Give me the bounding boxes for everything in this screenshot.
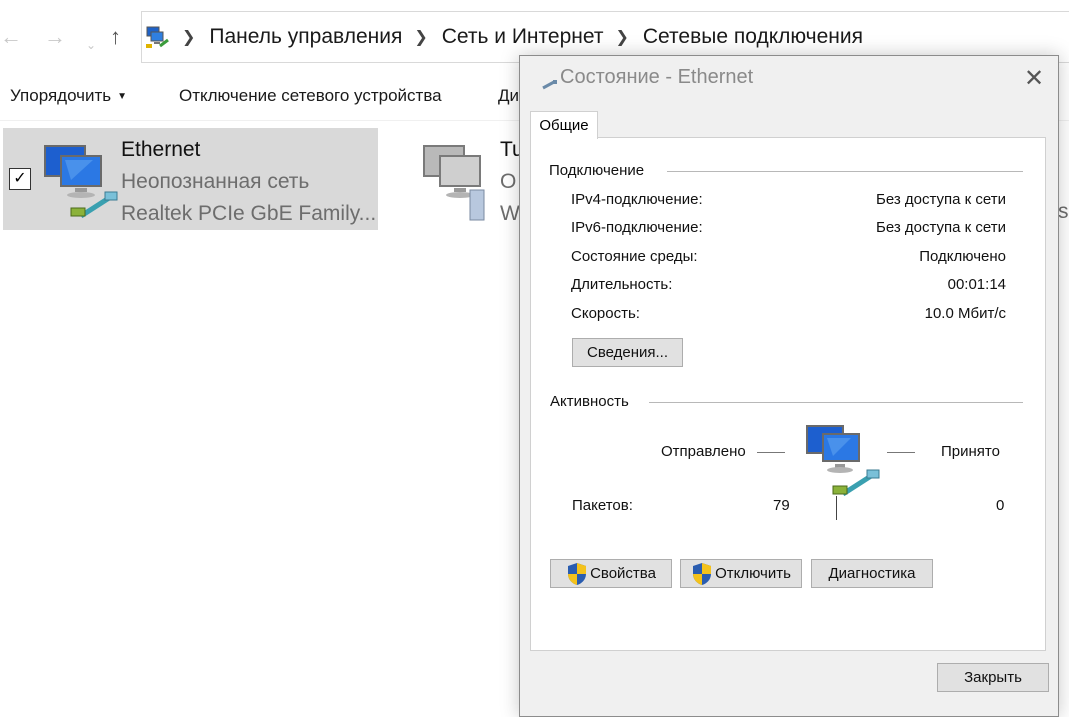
packets-sent-value: 79: [773, 497, 790, 514]
forward-arrow-icon[interactable]: →: [44, 22, 66, 52]
network-adapter-disabled-icon: [420, 140, 498, 222]
media-state-label: Состояние среды:: [571, 248, 698, 265]
tab-general[interactable]: Общие: [530, 111, 598, 139]
group-divider: [649, 402, 1023, 403]
organize-menu[interactable]: Упорядочить ▼: [10, 86, 127, 106]
sent-label: Отправлено: [661, 443, 746, 460]
packets-received-value: 0: [996, 497, 1005, 514]
connection-adapter: Realtek PCIe GbE Family...: [121, 202, 377, 225]
properties-button[interactable]: Свойства: [550, 559, 672, 588]
diagnostics-button-label: Диагностика: [828, 565, 916, 582]
selection-checkbox[interactable]: ✓: [9, 168, 31, 190]
activity-group-heading: Активность: [550, 393, 629, 410]
speed-value: 10.0 Мбит/с: [924, 305, 1006, 322]
ipv6-label: IPv6-подключение:: [571, 219, 703, 236]
breadcrumb-control-panel[interactable]: Панель управления: [209, 25, 402, 49]
uac-shield-icon: [566, 562, 588, 586]
dialog-title: Состояние - Ethernet: [560, 66, 754, 88]
disable-device-button[interactable]: Отключение сетевого устройства: [179, 86, 442, 106]
packets-label: Пакетов:: [572, 497, 633, 514]
received-label: Принято: [941, 443, 1000, 460]
back-arrow-icon[interactable]: ←: [0, 22, 22, 52]
breadcrumb-network-connections[interactable]: Сетевые подключения: [643, 25, 863, 49]
breadcrumb-network-internet[interactable]: Сеть и Интернет: [442, 25, 604, 49]
disable-button-label: Отключить: [715, 565, 791, 582]
media-state-value: Подключено: [919, 248, 1006, 265]
connection-name: Ethernet: [121, 138, 201, 161]
breadcrumb-separator-icon: ❯: [182, 29, 196, 46]
connection-status: Неопознанная сеть: [121, 170, 310, 193]
diagnose-button[interactable]: Ди: [498, 86, 519, 106]
close-button-label: Закрыть: [964, 669, 1022, 686]
ethernet-status-dialog: Состояние - Ethernet ✕ Общие Подключение…: [519, 55, 1059, 717]
network-connections-icon: [144, 24, 170, 50]
sent-connector-line: [757, 452, 785, 453]
ipv6-value: Без доступа к сети: [876, 219, 1006, 236]
details-button-label: Сведения...: [586, 344, 669, 361]
duration-label: Длительность:: [571, 276, 673, 293]
group-divider: [667, 171, 1023, 172]
packets-divider: [836, 496, 837, 520]
speed-label: Скорость:: [571, 305, 640, 322]
network-activity-icon: [805, 422, 881, 502]
received-connector-line: [887, 452, 915, 453]
breadcrumb-separator-icon: ❯: [615, 29, 629, 46]
properties-button-label: Свойства: [590, 565, 656, 582]
dropdown-arrow-icon: ▼: [117, 91, 128, 102]
breadcrumb-separator-icon: ❯: [414, 29, 428, 46]
diagnostics-button[interactable]: Диагностика: [811, 559, 933, 588]
duration-value: 00:01:14: [947, 276, 1006, 293]
connection-group-heading: Подключение: [549, 162, 645, 179]
connection-item-ethernet[interactable]: ✓ Ethernet Неопознанная сеть Realtek PCI…: [3, 128, 378, 230]
general-tab-panel: Подключение IPv4-подключение: Без доступ…: [530, 137, 1046, 651]
recent-locations-chevron-icon[interactable]: ⌄: [86, 30, 96, 60]
ethernet-cable-icon: [542, 77, 558, 90]
connection-item-tunnel[interactable]: Tu О W: [418, 128, 528, 230]
clipped-connection-adapter: s: [1058, 200, 1069, 223]
up-arrow-icon[interactable]: ↑: [110, 22, 121, 52]
ipv4-value: Без доступа к сети: [876, 191, 1006, 208]
organize-label: Упорядочить: [10, 86, 112, 105]
close-button[interactable]: Закрыть: [937, 663, 1049, 692]
network-adapter-icon: [41, 140, 119, 222]
ipv4-label: IPv4-подключение:: [571, 191, 703, 208]
uac-shield-icon: [691, 562, 713, 586]
connection-text: Ethernet Неопознанная сеть Realtek PCIe …: [121, 134, 376, 230]
close-icon[interactable]: ✕: [1024, 64, 1044, 93]
details-button[interactable]: Сведения...: [572, 338, 683, 367]
disable-button[interactable]: Отключить: [680, 559, 802, 588]
